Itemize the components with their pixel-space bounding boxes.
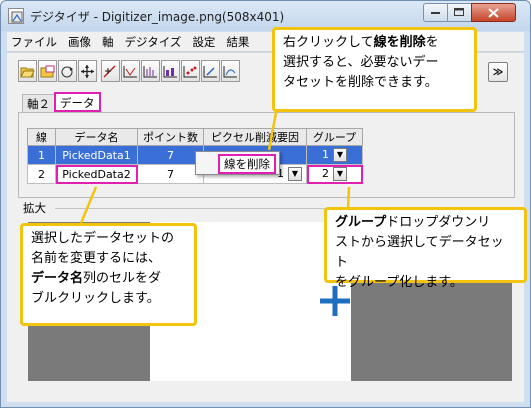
tool-button-3[interactable] bbox=[141, 60, 160, 82]
cell-group[interactable]: 2 ▼ bbox=[306, 164, 363, 184]
cell-name[interactable]: PickedData2 bbox=[55, 164, 138, 184]
callout-line: 選択したデータセットの bbox=[31, 231, 175, 246]
minimize-button[interactable] bbox=[423, 3, 448, 22]
col-header-points: ポイント数 bbox=[137, 128, 204, 146]
rotate-button[interactable] bbox=[58, 60, 77, 82]
tab-data[interactable]: データ bbox=[54, 92, 101, 112]
cell-points: 7 bbox=[137, 164, 204, 184]
tool-button-4[interactable] bbox=[161, 60, 180, 82]
folder-open-icon bbox=[20, 67, 35, 77]
grid-tool-icon bbox=[143, 65, 157, 77]
menu-axis[interactable]: 軸 bbox=[102, 34, 114, 50]
grid-header-row: 線 データ名 ポイント数 ピクセル削減要因 グループ bbox=[27, 128, 363, 146]
context-menu: 線を削除 bbox=[195, 151, 280, 175]
scatter-tool-icon bbox=[183, 65, 197, 77]
open-image-button[interactable] bbox=[18, 60, 37, 82]
cell-group[interactable]: 1 ▼ bbox=[306, 145, 363, 165]
menu-image[interactable]: 画像 bbox=[68, 34, 91, 50]
tool-button-6[interactable] bbox=[201, 60, 220, 82]
chart-tool-icon bbox=[123, 65, 137, 77]
chevron-down-icon[interactable]: ▼ bbox=[288, 167, 302, 181]
callout-line: データ名列のセルをダ bbox=[31, 271, 162, 286]
curve-tool-icon bbox=[223, 65, 237, 77]
col-header-name: データ名 bbox=[55, 128, 138, 146]
menu-digitize[interactable]: デジタイズ bbox=[125, 34, 182, 50]
open-image-folder-button[interactable] bbox=[38, 60, 57, 82]
close-icon bbox=[488, 7, 499, 18]
move-icon bbox=[81, 64, 94, 78]
zoom-label: 拡大 bbox=[23, 201, 46, 215]
col-header-group: グループ bbox=[306, 128, 363, 146]
window-title: デジタイザ - Digitizer_image.png(508x401) bbox=[30, 10, 285, 24]
col-header-line: 線 bbox=[27, 128, 56, 146]
rotate-icon bbox=[61, 66, 73, 77]
col-header-reduce: ピクセル削減要因 bbox=[203, 128, 307, 146]
callout-line: ブルクリックします。 bbox=[31, 291, 160, 306]
callout-delete-line: 右クリックして線を削除を 選択すると、必要ないデー タセットを削除できます。 bbox=[272, 27, 477, 112]
tab-axis2[interactable]: 軸２ bbox=[22, 94, 55, 112]
axis-tool-icon bbox=[203, 65, 217, 77]
collapse-panel-button[interactable]: ≫ bbox=[488, 62, 508, 82]
callout-line: をグループ化します。 bbox=[335, 275, 463, 290]
menu-results[interactable]: 結果 bbox=[226, 34, 249, 50]
folder-image-icon bbox=[40, 65, 55, 77]
tool-button-7[interactable] bbox=[221, 60, 240, 82]
cell-points: 7 bbox=[137, 145, 204, 165]
close-button[interactable] bbox=[471, 3, 516, 22]
callout-line: 名前を変更するには、 bbox=[31, 251, 162, 266]
maximize-button[interactable] bbox=[447, 3, 472, 22]
app-icon bbox=[8, 8, 24, 24]
callout-line: 選択すると、必要ないデー bbox=[283, 55, 439, 70]
delete-line-menu-item[interactable]: 線を削除 bbox=[218, 154, 276, 174]
cell-line: 1 bbox=[27, 145, 56, 165]
move-button[interactable] bbox=[78, 60, 97, 82]
chevron-down-icon[interactable]: ▼ bbox=[333, 167, 347, 181]
tool-button-5[interactable] bbox=[181, 60, 200, 82]
pick-points-icon bbox=[103, 64, 116, 78]
callout-line: ストから選択してデータセット bbox=[335, 235, 504, 270]
group-value: 1 bbox=[322, 148, 329, 161]
cell-name[interactable]: PickedData1 bbox=[55, 145, 138, 165]
tool-button-2[interactable] bbox=[121, 60, 140, 82]
callout-rename: 選択したデータセットの 名前を変更するには、 データ名列のセルをダ ブルクリック… bbox=[20, 223, 197, 326]
pick-points-button[interactable] bbox=[101, 60, 120, 82]
cell-line: 2 bbox=[27, 164, 56, 184]
bar-tool-icon bbox=[163, 65, 177, 77]
chevron-down-icon[interactable]: ▼ bbox=[333, 148, 347, 162]
menu-settings[interactable]: 設定 bbox=[192, 34, 215, 50]
menu-file[interactable]: ファイル bbox=[11, 34, 57, 50]
callout-line: 右クリックして線を削除を bbox=[283, 35, 439, 50]
callout-line: タセットを削除できます。 bbox=[283, 75, 438, 90]
callout-group: グループドロップダウンリ ストから選択してデータセット をグループ化します。 bbox=[324, 207, 527, 290]
callout-line: グループドロップダウンリ bbox=[335, 215, 491, 230]
group-value: 2 bbox=[322, 167, 329, 180]
